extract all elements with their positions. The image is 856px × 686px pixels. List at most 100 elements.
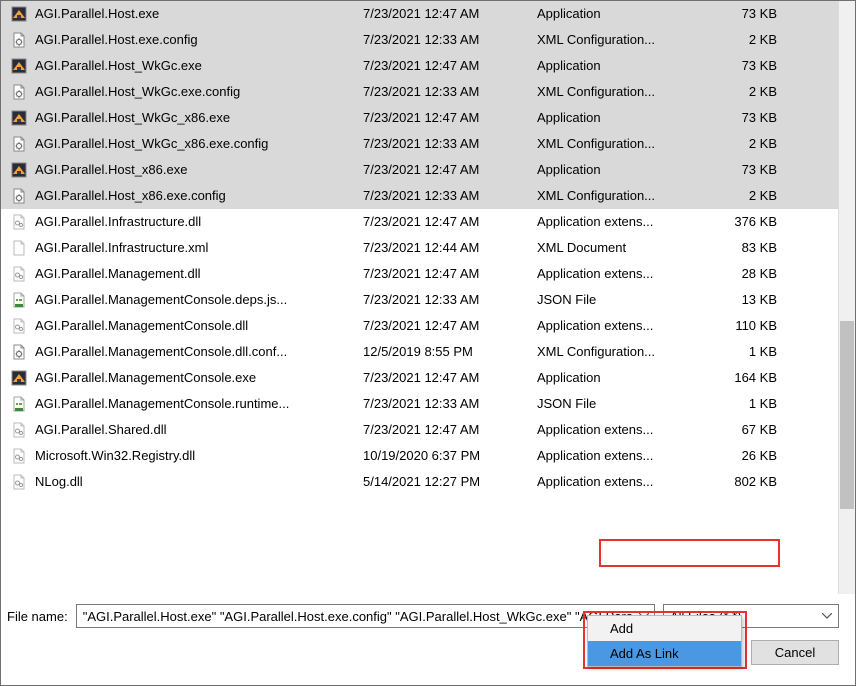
menu-item-add-as-link[interactable]: Add As Link — [588, 641, 741, 666]
file-type-cell: Application — [537, 162, 705, 177]
file-type-cell: Application — [537, 58, 705, 73]
file-name-cell: AGI.Parallel.Host_WkGc.exe — [35, 58, 363, 73]
table-row[interactable]: AGI.Parallel.Host_WkGc.exe.config7/23/20… — [1, 79, 855, 105]
file-size-cell: 2 KB — [705, 188, 777, 203]
table-row[interactable]: AGI.Parallel.Infrastructure.xml7/23/2021… — [1, 235, 855, 261]
file-size-cell: 73 KB — [705, 162, 777, 177]
table-row[interactable]: AGI.Parallel.Host.exe.config7/23/2021 12… — [1, 27, 855, 53]
file-type-cell: Application extens... — [537, 266, 705, 281]
file-date-cell: 7/23/2021 12:47 AM — [363, 6, 537, 21]
file-type-cell: XML Configuration... — [537, 136, 705, 151]
open-file-dialog: AGI.Parallel.Host.exe7/23/2021 12:47 AMA… — [0, 0, 856, 686]
scrollbar-thumb[interactable] — [840, 321, 854, 509]
file-size-cell: 83 KB — [705, 240, 777, 255]
file-name-cell: AGI.Parallel.Host.exe.config — [35, 32, 363, 47]
file-date-cell: 5/14/2021 12:27 PM — [363, 474, 537, 489]
file-name-cell: AGI.Parallel.Management.dll — [35, 266, 363, 281]
file-size-cell: 73 KB — [705, 110, 777, 125]
file-size-cell: 13 KB — [705, 292, 777, 307]
file-list[interactable]: AGI.Parallel.Host.exe7/23/2021 12:47 AMA… — [1, 1, 855, 495]
file-date-cell: 7/23/2021 12:44 AM — [363, 240, 537, 255]
file-name-cell: AGI.Parallel.Host_x86.exe.config — [35, 188, 363, 203]
file-size-cell: 2 KB — [705, 136, 777, 151]
file-size-cell: 73 KB — [705, 6, 777, 21]
table-row[interactable]: Microsoft.Win32.Registry.dll10/19/2020 6… — [1, 443, 855, 469]
file-name-cell: AGI.Parallel.ManagementConsole.dll — [35, 318, 363, 333]
file-size-cell: 26 KB — [705, 448, 777, 463]
file-name-cell: AGI.Parallel.Host.exe — [35, 6, 363, 21]
exe-icon — [9, 368, 29, 388]
file-size-cell: 73 KB — [705, 58, 777, 73]
scrollbar[interactable] — [838, 1, 855, 594]
file-date-cell: 7/23/2021 12:47 AM — [363, 214, 537, 229]
dll-icon — [9, 316, 29, 336]
file-date-cell: 7/23/2021 12:47 AM — [363, 110, 537, 125]
config-icon — [9, 82, 29, 102]
file-type-cell: Application extens... — [537, 214, 705, 229]
file-size-cell: 1 KB — [705, 344, 777, 359]
config-icon — [9, 186, 29, 206]
file-type-cell: Application — [537, 110, 705, 125]
config-icon — [9, 30, 29, 50]
file-type-cell: Application extens... — [537, 474, 705, 489]
table-row[interactable]: AGI.Parallel.Host_WkGc.exe7/23/2021 12:4… — [1, 53, 855, 79]
file-name-input[interactable] — [76, 604, 655, 628]
file-date-cell: 7/23/2021 12:47 AM — [363, 266, 537, 281]
menu-item-add[interactable]: Add — [588, 616, 741, 641]
table-row[interactable]: AGI.Parallel.Host_WkGc_x86.exe7/23/2021 … — [1, 105, 855, 131]
file-type-cell: XML Configuration... — [537, 188, 705, 203]
file-type-cell: Application — [537, 6, 705, 21]
dll-icon — [9, 212, 29, 232]
cancel-button[interactable]: Cancel — [751, 640, 839, 665]
table-row[interactable]: AGI.Parallel.ManagementConsole.runtime..… — [1, 391, 855, 417]
file-date-cell: 10/19/2020 6:37 PM — [363, 448, 537, 463]
file-type-cell: XML Configuration... — [537, 84, 705, 99]
dll-icon — [9, 420, 29, 440]
exe-icon — [9, 56, 29, 76]
file-name-cell: AGI.Parallel.Infrastructure.xml — [35, 240, 363, 255]
table-row[interactable]: AGI.Parallel.Infrastructure.dll7/23/2021… — [1, 209, 855, 235]
chevron-down-icon[interactable] — [822, 613, 832, 619]
file-name-cell: AGI.Parallel.ManagementConsole.exe — [35, 370, 363, 385]
table-row[interactable]: AGI.Parallel.Host_x86.exe.config7/23/202… — [1, 183, 855, 209]
file-list-area: AGI.Parallel.Host.exe7/23/2021 12:47 AMA… — [1, 1, 855, 594]
file-type-cell: XML Configuration... — [537, 32, 705, 47]
table-row[interactable]: AGI.Parallel.Host_x86.exe7/23/2021 12:47… — [1, 157, 855, 183]
json-icon — [9, 290, 29, 310]
file-name-cell: AGI.Parallel.ManagementConsole.runtime..… — [35, 396, 363, 411]
file-date-cell: 7/23/2021 12:33 AM — [363, 84, 537, 99]
dll-icon — [9, 472, 29, 492]
exe-icon — [9, 108, 29, 128]
table-row[interactable]: NLog.dll5/14/2021 12:27 PMApplication ex… — [1, 469, 855, 495]
table-row[interactable]: AGI.Parallel.ManagementConsole.dll.conf.… — [1, 339, 855, 365]
file-size-cell: 376 KB — [705, 214, 777, 229]
add-dropdown-menu: Add Add As Link — [587, 615, 742, 667]
table-row[interactable]: AGI.Parallel.ManagementConsole.dll7/23/2… — [1, 313, 855, 339]
file-type-cell: Application extens... — [537, 422, 705, 437]
file-size-cell: 28 KB — [705, 266, 777, 281]
file-size-cell: 2 KB — [705, 84, 777, 99]
table-row[interactable]: AGI.Parallel.ManagementConsole.exe7/23/2… — [1, 365, 855, 391]
table-row[interactable]: AGI.Parallel.Management.dll7/23/2021 12:… — [1, 261, 855, 287]
table-row[interactable]: AGI.Parallel.Shared.dll7/23/2021 12:47 A… — [1, 417, 855, 443]
config-icon — [9, 134, 29, 154]
dll-icon — [9, 446, 29, 466]
file-type-cell: Application extens... — [537, 448, 705, 463]
file-type-cell: XML Document — [537, 240, 705, 255]
file-name-cell: AGI.Parallel.Host_WkGc.exe.config — [35, 84, 363, 99]
file-type-cell: JSON File — [537, 396, 705, 411]
file-size-cell: 164 KB — [705, 370, 777, 385]
exe-icon — [9, 160, 29, 180]
file-type-cell: JSON File — [537, 292, 705, 307]
file-name-combo[interactable] — [76, 604, 655, 628]
table-row[interactable]: AGI.Parallel.Host_WkGc_x86.exe.config7/2… — [1, 131, 855, 157]
xml-icon — [9, 238, 29, 258]
config-icon — [9, 342, 29, 362]
table-row[interactable]: AGI.Parallel.ManagementConsole.deps.js..… — [1, 287, 855, 313]
table-row[interactable]: AGI.Parallel.Host.exe7/23/2021 12:47 AMA… — [1, 1, 855, 27]
file-date-cell: 7/23/2021 12:47 AM — [363, 370, 537, 385]
file-size-cell: 67 KB — [705, 422, 777, 437]
file-date-cell: 7/23/2021 12:33 AM — [363, 396, 537, 411]
file-date-cell: 7/23/2021 12:33 AM — [363, 32, 537, 47]
json-icon — [9, 394, 29, 414]
